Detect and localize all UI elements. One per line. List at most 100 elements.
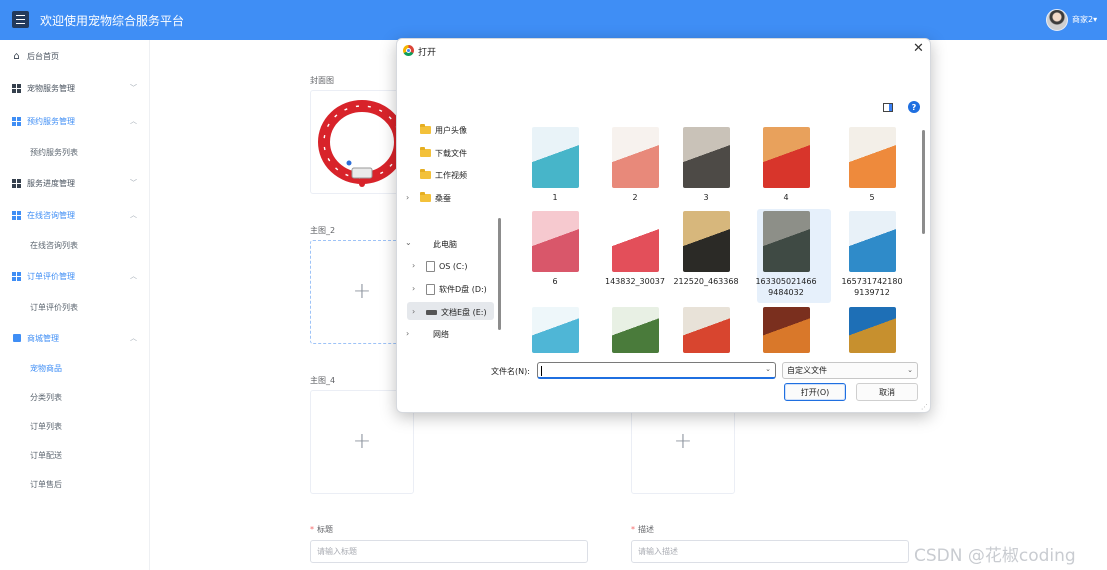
file-thumbnail[interactable] bbox=[612, 307, 659, 353]
tree-item-drive-d[interactable]: 软件D盘 (D:) bbox=[426, 281, 487, 297]
file-name-label: 6 bbox=[552, 277, 558, 286]
sidebar-item-consult[interactable]: 在线咨询管理 ︿ bbox=[0, 205, 150, 225]
sidebar-subitem-label: 在线咨询列表 bbox=[30, 240, 78, 250]
file-name-label: 1 bbox=[552, 193, 558, 202]
chevron-right-icon[interactable]: › bbox=[412, 307, 415, 316]
sidebar-item-appointment[interactable]: 预约服务管理 ︿ bbox=[0, 111, 150, 131]
app-title: 欢迎使用宠物综合服务平台 bbox=[40, 14, 185, 28]
sidebar-item-label: 在线咨询管理 bbox=[27, 210, 75, 220]
sidebar-item-label: 预约服务管理 bbox=[27, 116, 75, 126]
dialog-title: 打开 bbox=[418, 48, 437, 58]
chevron-up-icon: ︿ bbox=[130, 272, 137, 280]
tree-scrollbar[interactable] bbox=[498, 218, 501, 330]
menu-toggle-icon[interactable] bbox=[12, 11, 29, 28]
chevron-up-icon: ︿ bbox=[130, 117, 137, 125]
sidebar-subitem-order-delivery[interactable]: 订单配送 bbox=[0, 446, 150, 464]
filename-input[interactable]: ⌄ bbox=[537, 362, 776, 379]
file-name-label: 9484032 bbox=[768, 288, 804, 297]
user-avatar[interactable] bbox=[1046, 9, 1068, 31]
chevron-down-icon[interactable]: ⌄ bbox=[765, 365, 771, 373]
chevron-down-icon[interactable]: ⌄ bbox=[405, 238, 412, 247]
sidebar-item-home[interactable]: ⌂ 后台首页 bbox=[0, 46, 150, 66]
file-thumbnail[interactable] bbox=[849, 307, 896, 353]
home-icon: ⌂ bbox=[13, 50, 20, 62]
chevron-right-icon[interactable]: › bbox=[406, 329, 409, 338]
sidebar-subitem-appointment-list[interactable]: 预约服务列表 bbox=[0, 143, 150, 161]
sidebar-item-progress[interactable]: 服务进度管理 ﹀ bbox=[0, 173, 150, 193]
resize-grip-icon[interactable]: ⋰ bbox=[921, 403, 928, 411]
chevron-right-icon[interactable]: › bbox=[412, 284, 415, 293]
file-thumbnail[interactable] bbox=[612, 211, 659, 272]
filetype-select[interactable]: 自定义文件 ⌄ bbox=[782, 362, 918, 379]
help-icon[interactable]: ? bbox=[908, 101, 920, 113]
sidebar-subitem-consult-list[interactable]: 在线咨询列表 bbox=[0, 236, 150, 254]
sidebar-item-label: 订单评价管理 bbox=[27, 271, 75, 281]
grid-icon bbox=[12, 178, 21, 188]
file-grid-scrollbar[interactable] bbox=[922, 130, 925, 234]
file-thumbnail[interactable] bbox=[532, 211, 579, 272]
tree-item-drive-e[interactable]: 文档E盘 (E:) bbox=[426, 304, 487, 320]
sidebar-item-label: 宠物服务管理 bbox=[27, 83, 75, 93]
chevron-up-icon: ︿ bbox=[130, 211, 137, 219]
sidebar-subitem-label: 订单列表 bbox=[30, 421, 62, 431]
sidebar-subitem-after-sale[interactable]: 订单售后 bbox=[0, 475, 150, 493]
sidebar-subitem-order-list[interactable]: 订单列表 bbox=[0, 417, 150, 435]
cover-image-label: 封面图 bbox=[310, 76, 334, 85]
close-icon[interactable]: ✕ bbox=[913, 42, 924, 55]
drive-icon bbox=[426, 260, 435, 272]
sidebar-item-mall[interactable]: 商城管理 ︿ bbox=[0, 328, 150, 348]
chrome-icon bbox=[403, 45, 414, 56]
chevron-down-icon: ⌄ bbox=[907, 366, 913, 374]
file-thumbnail[interactable] bbox=[849, 127, 896, 188]
file-name-label: 5 bbox=[869, 193, 875, 202]
tree-item-this-pc[interactable]: 此电脑 bbox=[433, 236, 457, 252]
description-input[interactable]: 请输入描述 bbox=[631, 540, 909, 563]
sidebar-subitem-category-list[interactable]: 分类列表 bbox=[0, 388, 150, 406]
file-name-label: 163305021466 bbox=[755, 277, 817, 286]
chevron-right-icon[interactable]: › bbox=[406, 193, 409, 202]
tree-item-quick-2[interactable]: 工作视频 bbox=[420, 167, 467, 183]
tree-item-quick-1[interactable]: 下载文件 bbox=[420, 145, 467, 161]
sidebar-subitem-label: 订单售后 bbox=[30, 479, 62, 489]
file-thumbnail[interactable] bbox=[763, 307, 810, 353]
tree-item-quick-3[interactable]: 桑蚕 bbox=[420, 190, 451, 206]
sidebar-subitem-review-list[interactable]: 订单评价列表 bbox=[0, 298, 150, 316]
file-thumbnail[interactable] bbox=[683, 211, 730, 272]
open-button[interactable]: 打开(O) bbox=[784, 383, 846, 401]
main-image-2-label: 主图_2 bbox=[310, 226, 336, 235]
preview-pane-icon[interactable] bbox=[883, 103, 893, 112]
grid-icon bbox=[12, 210, 21, 220]
file-thumbnail[interactable] bbox=[683, 127, 730, 188]
plus-icon: + bbox=[352, 279, 372, 304]
tree-item-drive-c[interactable]: OS (C:) bbox=[426, 258, 467, 274]
sidebar-item-review[interactable]: 订单评价管理 ︿ bbox=[0, 266, 150, 286]
file-thumbnail[interactable] bbox=[763, 127, 810, 188]
file-thumbnail[interactable] bbox=[532, 307, 579, 353]
text-caret bbox=[541, 366, 542, 376]
filename-label: 文件名(N): bbox=[491, 367, 530, 376]
file-thumbnail[interactable] bbox=[532, 127, 579, 188]
folder-icon bbox=[420, 169, 431, 179]
sidebar-subitem-label: 分类列表 bbox=[30, 392, 62, 402]
file-thumbnail[interactable] bbox=[849, 211, 896, 272]
sidebar-item-pet-service[interactable]: 宠物服务管理 ﹀ bbox=[0, 78, 150, 98]
folder-icon bbox=[420, 147, 431, 157]
top-header: 欢迎使用宠物综合服务平台 商家2▾ bbox=[0, 0, 1107, 40]
sidebar-subitem-label: 订单配送 bbox=[30, 450, 62, 460]
title-input[interactable]: 请输入标题 bbox=[310, 540, 588, 563]
file-thumbnail[interactable] bbox=[763, 211, 810, 272]
user-menu[interactable]: 商家2▾ bbox=[1072, 14, 1097, 25]
drive-icon bbox=[426, 283, 435, 295]
drive-icon bbox=[426, 309, 437, 315]
sidebar-subitem-label: 订单评价列表 bbox=[30, 302, 78, 312]
sidebar-subitem-label: 宠物商品 bbox=[30, 363, 62, 373]
tree-item-network[interactable]: 网络 bbox=[433, 326, 449, 342]
title-label: * 标题 bbox=[310, 525, 333, 534]
sidebar-subitem-pet-goods[interactable]: 宠物商品 bbox=[0, 359, 150, 377]
chevron-up-icon: ︿ bbox=[130, 334, 137, 342]
cancel-button[interactable]: 取消 bbox=[856, 383, 918, 401]
file-thumbnail[interactable] bbox=[612, 127, 659, 188]
file-thumbnail[interactable] bbox=[683, 307, 730, 353]
chevron-right-icon[interactable]: › bbox=[412, 261, 415, 270]
tree-item-quick-0[interactable]: 用户头像 bbox=[420, 122, 467, 138]
